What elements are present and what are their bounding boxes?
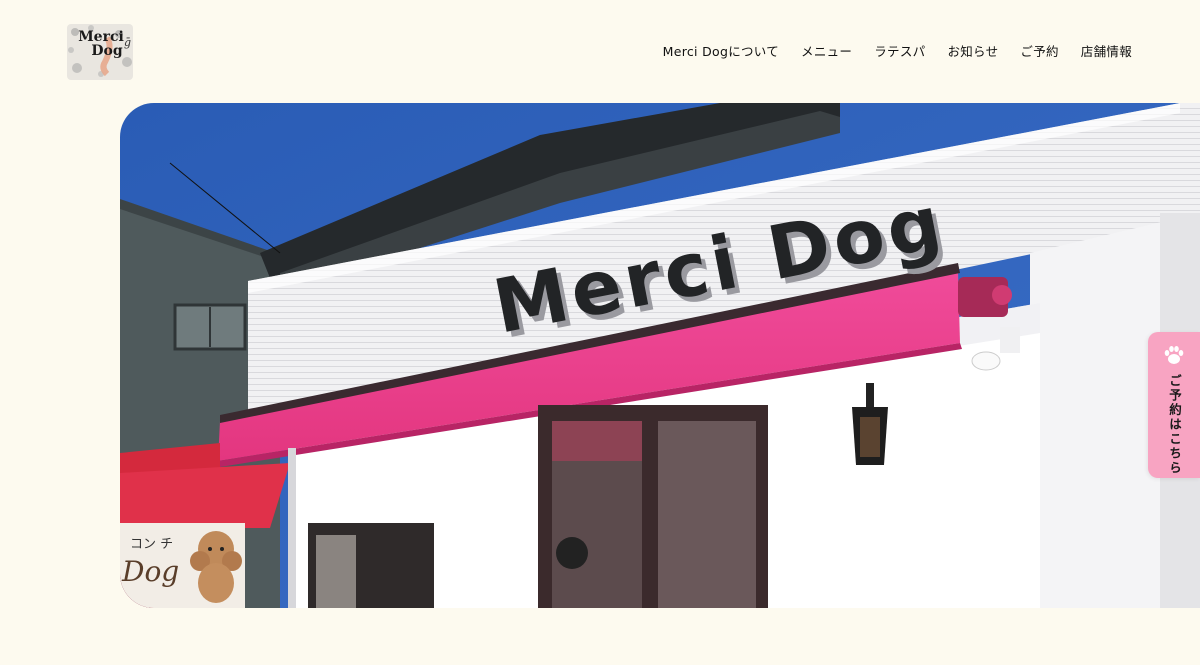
nav-item-about[interactable]: Merci Dogについて xyxy=(663,44,779,60)
logo-line-1: Merci xyxy=(78,29,124,45)
paw-icon xyxy=(1164,346,1184,364)
storefront-photo: コン チ Dog Merci Dog Merci Dog xyxy=(120,103,1200,608)
logo-script: ḡ xyxy=(123,36,131,49)
site-logo[interactable]: Merci Dog ḡ xyxy=(67,24,133,80)
hero-image: コン チ Dog Merci Dog Merci Dog xyxy=(120,103,1200,608)
reservation-tab-label: ご予約はこちら xyxy=(1167,374,1182,476)
global-nav: Merci Dogについて メニュー ラテスパ お知らせ ご予約 店舗情報 xyxy=(663,44,1132,60)
nav-item-store-info[interactable]: 店舗情報 xyxy=(1081,44,1132,60)
neighbor-sign-top: コン チ xyxy=(130,537,173,552)
logo-line-2: Dog xyxy=(91,43,123,59)
nav-item-menu[interactable]: メニュー xyxy=(801,44,852,60)
reservation-tab[interactable]: ご予約はこちら xyxy=(1148,332,1200,478)
neighbor-sign-main: Dog xyxy=(121,555,179,588)
shop-door xyxy=(538,405,768,608)
nav-item-latte-spa[interactable]: ラテスパ xyxy=(874,44,925,60)
nav-item-news[interactable]: お知らせ xyxy=(947,44,998,60)
nav-item-reservation[interactable]: ご予約 xyxy=(1020,44,1058,60)
logo-text: Merci Dog xyxy=(71,30,131,58)
